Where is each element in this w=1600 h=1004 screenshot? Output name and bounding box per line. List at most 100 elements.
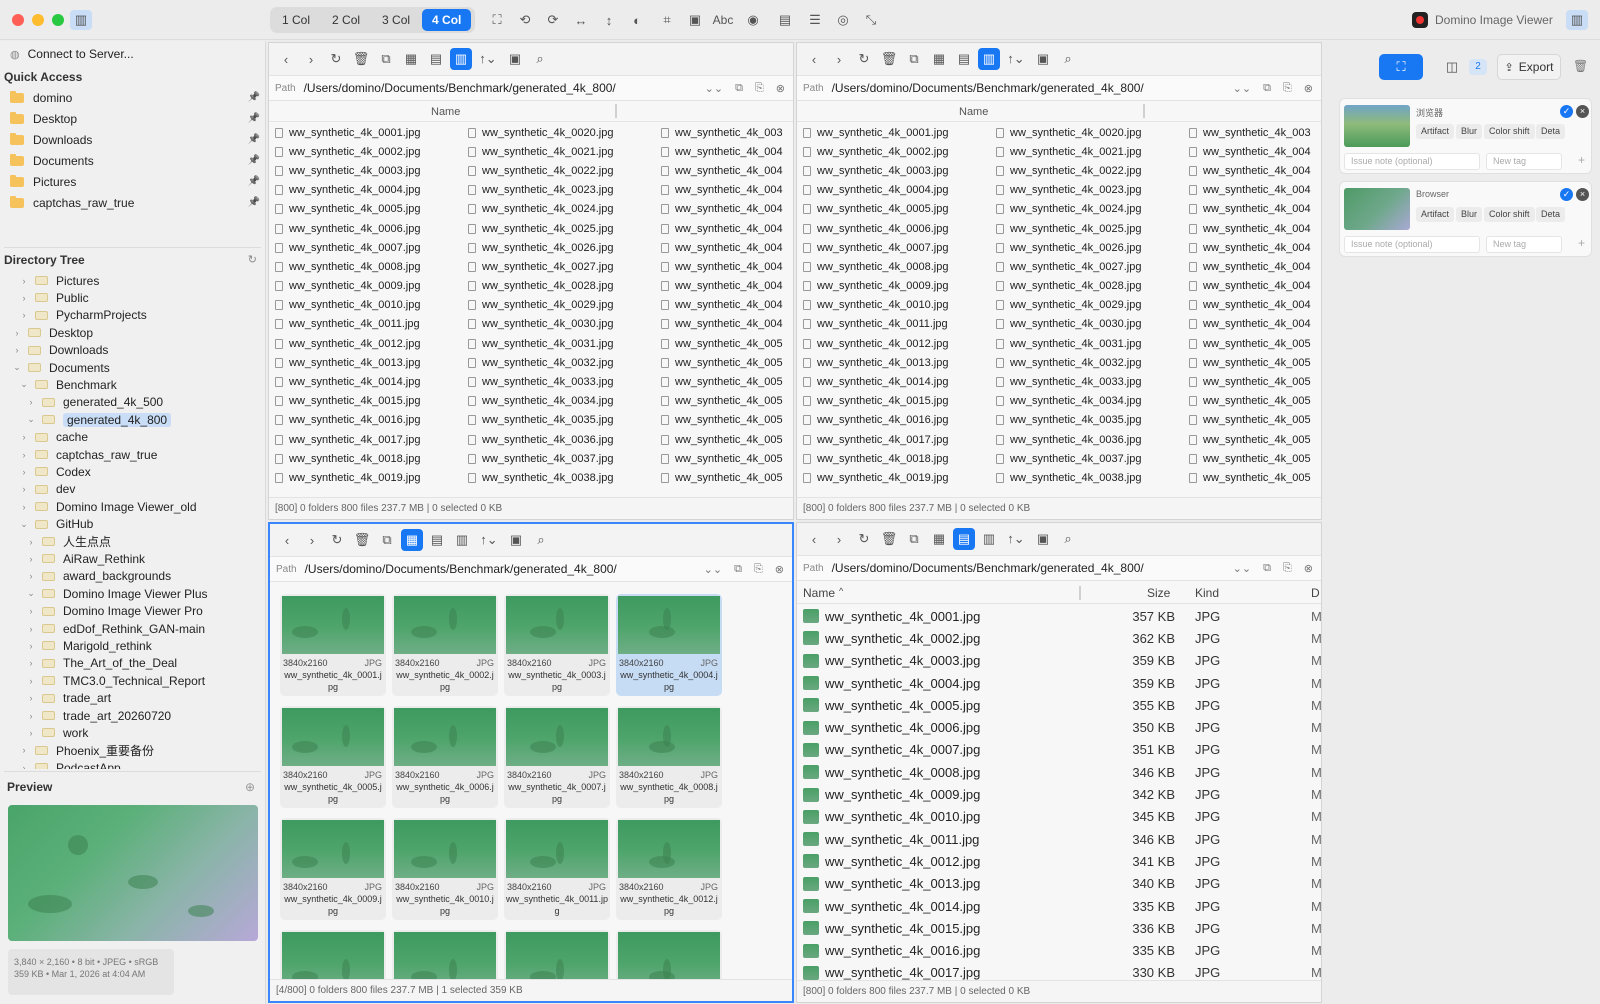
chevron-right-icon[interactable]: › [26,693,36,703]
add-tag-icon[interactable]: + [1578,153,1585,167]
chevron-right-icon[interactable]: › [19,293,29,303]
file-item[interactable]: ww_synthetic_4k_0003.jpg [275,161,420,180]
file-item[interactable]: ww_synthetic_4k_0031.jpg [468,334,613,353]
file-item[interactable]: ww_synthetic_4k_004 [1189,200,1311,219]
chevron-right-icon[interactable]: › [26,606,36,616]
file-item[interactable]: ww_synthetic_4k_005 [1189,372,1311,391]
file-item[interactable]: ww_synthetic_4k_0029.jpg [996,296,1141,315]
file-item[interactable]: ww_synthetic_4k_004 [661,296,783,315]
clear-path-icon[interactable]: ⊗ [1304,82,1313,95]
clear-path-icon[interactable]: ⊗ [776,82,785,95]
tree-item[interactable]: › Desktop [12,324,94,341]
fit-icon[interactable]: ⛶ [486,10,508,30]
file-item[interactable]: ww_synthetic_4k_0014.jpg [275,372,420,391]
file-item[interactable]: ww_synthetic_4k_0025.jpg [468,219,613,238]
trash-icon[interactable]: 🗑 [351,529,373,551]
file-item[interactable]: ww_synthetic_4k_0037.jpg [996,449,1141,468]
tree-item[interactable]: › TMC3.0_Technical_Report [26,672,206,689]
copy-icon[interactable]: ⧉ [376,529,398,551]
grid-view-icon[interactable]: ▦ [401,529,423,551]
table-row[interactable]: ww_synthetic_4k_0007.jpg 351 KB JPG M [797,739,1321,761]
split-view-icon[interactable]: ◫ [1435,54,1469,80]
trash-icon[interactable]: 🗑 [1573,59,1588,73]
file-item[interactable]: ww_synthetic_4k_004 [661,181,783,200]
file-item[interactable]: ww_synthetic_4k_0032.jpg [996,353,1141,372]
tree-item[interactable]: › captchas_raw_true [19,446,158,463]
quick-access-item[interactable]: domino 📌 [10,87,260,108]
table-row[interactable]: ww_synthetic_4k_0015.jpg 336 KB JPG M [797,917,1321,939]
quick-access-item[interactable]: Pictures 📌 [10,171,260,192]
copy-path-icon[interactable]: ⧉ [735,82,743,95]
crop-icon[interactable]: ⌗ [656,10,678,30]
file-item[interactable]: ww_synthetic_4k_0013.jpg [275,353,420,372]
file-item[interactable]: ww_synthetic_4k_0029.jpg [468,296,613,315]
search-icon[interactable]: ⌕ [529,48,551,70]
grid-view-icon[interactable]: ▦ [928,48,950,70]
file-item[interactable]: ww_synthetic_4k_004 [661,161,783,180]
file-item[interactable]: ww_synthetic_4k_0038.jpg [468,468,613,487]
file-item[interactable]: ww_synthetic_4k_0008.jpg [275,257,420,276]
col-2-button[interactable]: 2 Col [322,9,370,31]
file-item[interactable]: ww_synthetic_4k_0002.jpg [275,142,420,161]
path-dropdown-icon[interactable]: ⌄⌄ [1233,562,1251,575]
issue-tag[interactable]: Artifact [1416,207,1455,222]
pin-icon[interactable]: 📌 [248,176,260,187]
file-item[interactable]: ww_synthetic_4k_0020.jpg [468,123,613,142]
column-view-icon[interactable]: ▥ [451,529,473,551]
collapse-icon[interactable]: ⤡ [860,10,882,30]
list-view-icon[interactable]: ▤ [426,529,448,551]
file-item[interactable]: ww_synthetic_4k_0031.jpg [996,334,1141,353]
chevron-right-icon[interactable]: › [26,658,36,668]
issue-tag[interactable]: Blur [1456,207,1483,222]
thumbnail-cell[interactable]: 3840x2160 JPG ww_synthetic_4k_0001.jpg [280,594,386,696]
chevron-right-icon[interactable]: › [19,502,29,512]
column-view-icon[interactable]: ▥ [978,48,1000,70]
table-row[interactable]: ww_synthetic_4k_0006.jpg 350 KB JPG M [797,717,1321,739]
file-item[interactable]: ww_synthetic_4k_0030.jpg [468,315,613,334]
tree-item[interactable]: › cache [19,429,89,446]
column-divider[interactable] [1143,104,1145,118]
close-window-button[interactable] [12,14,24,26]
issue-card[interactable]: 浏览器 ✓ × Artifact Blur Color shift Deta Issue no… [1339,98,1592,174]
file-item[interactable]: ww_synthetic_4k_005 [1189,353,1311,372]
chevron-down-icon[interactable]: ⌄ [26,414,36,425]
pin-icon[interactable]: 📌 [248,134,260,145]
chevron-down-icon[interactable]: ⌄ [19,519,29,530]
file-item[interactable]: ww_synthetic_4k_0006.jpg [803,219,948,238]
quick-access-item[interactable]: captchas_raw_true 📌 [10,192,260,213]
file-item[interactable]: ww_synthetic_4k_0017.jpg [275,430,420,449]
file-item[interactable]: ww_synthetic_4k_0015.jpg [803,392,948,411]
file-item[interactable]: ww_synthetic_4k_0024.jpg [468,200,613,219]
tree-item[interactable]: ⌄ Benchmark [19,376,116,393]
refresh-icon[interactable]: ↻ [326,529,348,551]
path-input[interactable]: /Users/domino/Documents/Benchmark/genera… [832,561,1221,575]
file-item[interactable]: ww_synthetic_4k_0034.jpg [468,392,613,411]
file-item[interactable]: ww_synthetic_4k_004 [1189,219,1311,238]
file-item[interactable]: ww_synthetic_4k_0018.jpg [275,449,420,468]
tree-item[interactable]: › PodcastApp [19,759,121,769]
table-row[interactable]: ww_synthetic_4k_0016.jpg 335 KB JPG M [797,940,1321,962]
thumbnail-cell[interactable] [280,930,386,979]
pin-icon[interactable]: 📌 [248,113,260,124]
chevron-right-icon[interactable]: › [26,624,36,634]
file-item[interactable]: ww_synthetic_4k_004 [1189,277,1311,296]
file-item[interactable]: ww_synthetic_4k_0022.jpg [996,161,1141,180]
file-item[interactable]: ww_synthetic_4k_0033.jpg [468,372,613,391]
quick-access-item[interactable]: Desktop 📌 [10,108,260,129]
file-item[interactable]: ww_synthetic_4k_0013.jpg [803,353,948,372]
close-icon[interactable]: × [1576,105,1589,118]
file-item[interactable]: ww_synthetic_4k_005 [1189,430,1311,449]
issue-tag[interactable]: Artifact [1416,124,1455,139]
refresh-icon[interactable]: ↻ [853,48,875,70]
thumbnail-cell[interactable] [392,930,498,979]
file-item[interactable]: ww_synthetic_4k_0036.jpg [468,430,613,449]
file-item[interactable]: ww_synthetic_4k_0038.jpg [996,468,1141,487]
thumbnail-cell[interactable]: 3840x2160 JPG ww_synthetic_4k_0007.jpg [504,706,610,808]
chevron-right-icon[interactable]: › [19,450,29,460]
sort-icon[interactable]: ↑⌄ [476,529,502,551]
file-item[interactable]: ww_synthetic_4k_004 [1189,161,1311,180]
file-item[interactable]: ww_synthetic_4k_005 [1189,468,1311,487]
tree-item[interactable]: › trade_art [26,690,112,707]
clear-path-icon[interactable]: ⊗ [1304,562,1313,575]
refresh-icon[interactable]: ↻ [248,253,257,266]
